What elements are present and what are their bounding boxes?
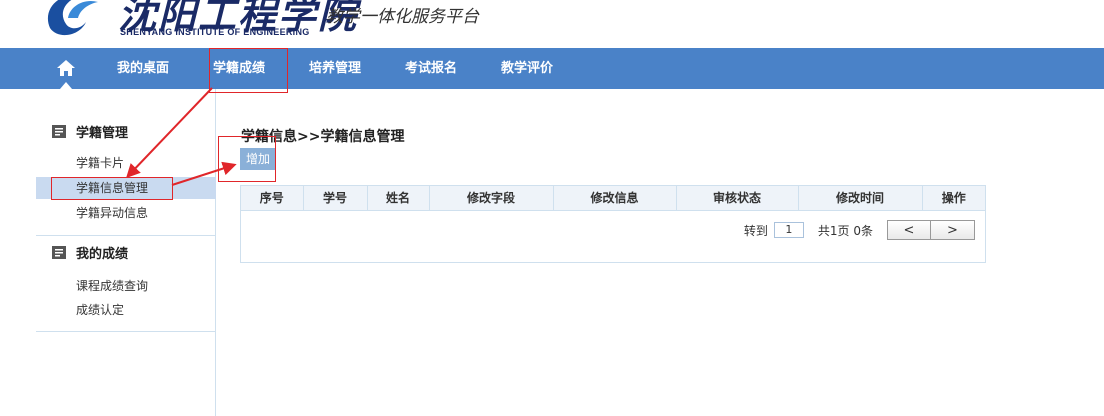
page-number-input[interactable]: 1	[773, 222, 804, 238]
sidebar-item-status-card[interactable]: 学籍卡片	[36, 152, 216, 174]
prev-page-button[interactable]: <	[887, 220, 931, 240]
chevron-left-icon: <	[903, 222, 915, 238]
sidebar-divider	[36, 235, 216, 236]
sidebar-group-grades: 我的成绩	[52, 245, 128, 265]
sidebar-item-course-grades[interactable]: 课程成绩查询	[36, 275, 216, 297]
sidebar-group-title: 学籍管理	[76, 126, 129, 141]
sidebar-group-title: 我的成绩	[76, 247, 129, 262]
annotation-box-nav	[209, 48, 288, 93]
annotation-box-add	[218, 136, 276, 182]
column-header-student-id: 学号	[303, 186, 368, 211]
school-emblem-icon	[48, 0, 98, 36]
pagination: 转到 1 共1页 0条 < >	[744, 220, 975, 240]
column-header-review-status: 审核状态	[676, 186, 799, 211]
nav-item-desktop[interactable]: 我的桌面	[117, 48, 169, 89]
nav-item-teaching-evaluation[interactable]: 教学评价	[501, 48, 553, 89]
chevron-right-icon: >	[947, 222, 958, 238]
active-caret	[60, 82, 72, 89]
annotation-box-sidebar	[51, 177, 173, 200]
logo-text-en: SHENYANG INSTITUTE OF ENGINEERING	[120, 27, 310, 37]
sidebar-item-grade-recognition[interactable]: 成绩认定	[36, 299, 216, 321]
column-header-actions: 操作	[922, 186, 985, 211]
platform-title: 教学一体化服务平台	[326, 7, 479, 27]
next-page-button[interactable]: >	[931, 220, 975, 240]
table-header-row: 序号 学号 姓名 修改字段 修改信息 审核状态 修改时间 操作	[241, 186, 985, 211]
records-table: 序号 学号 姓名 修改字段 修改信息 审核状态 修改时间 操作 转到 1 共1页…	[240, 185, 986, 263]
home-icon[interactable]	[55, 58, 77, 78]
sidebar-group-status: 学籍管理	[52, 124, 128, 144]
document-icon	[52, 246, 66, 259]
column-header-index: 序号	[241, 186, 304, 211]
sidebar-divider	[36, 331, 216, 332]
main-nav: 我的桌面 学籍成绩 培养管理 考试报名 教学评价	[0, 48, 1104, 89]
sidebar: 学籍管理 学籍卡片 学籍信息管理 学籍异动信息 我的成绩 课程成绩查询 成绩认定	[36, 89, 216, 416]
page-info: 共1页 0条	[817, 223, 873, 238]
column-header-modified-time: 修改时间	[798, 186, 923, 211]
column-header-name: 姓名	[367, 186, 430, 211]
nav-item-exam-registration[interactable]: 考试报名	[405, 48, 457, 89]
document-icon	[52, 125, 66, 138]
column-header-modified-info: 修改信息	[553, 186, 677, 211]
sidebar-item-status-change-info[interactable]: 学籍异动信息	[36, 202, 216, 224]
nav-item-training[interactable]: 培养管理	[309, 48, 361, 89]
header: 沈阳工程学院 SHENYANG INSTITUTE OF ENGINEERING…	[0, 0, 1104, 48]
goto-label: 转到	[743, 223, 768, 238]
column-header-modified-field: 修改字段	[429, 186, 554, 211]
